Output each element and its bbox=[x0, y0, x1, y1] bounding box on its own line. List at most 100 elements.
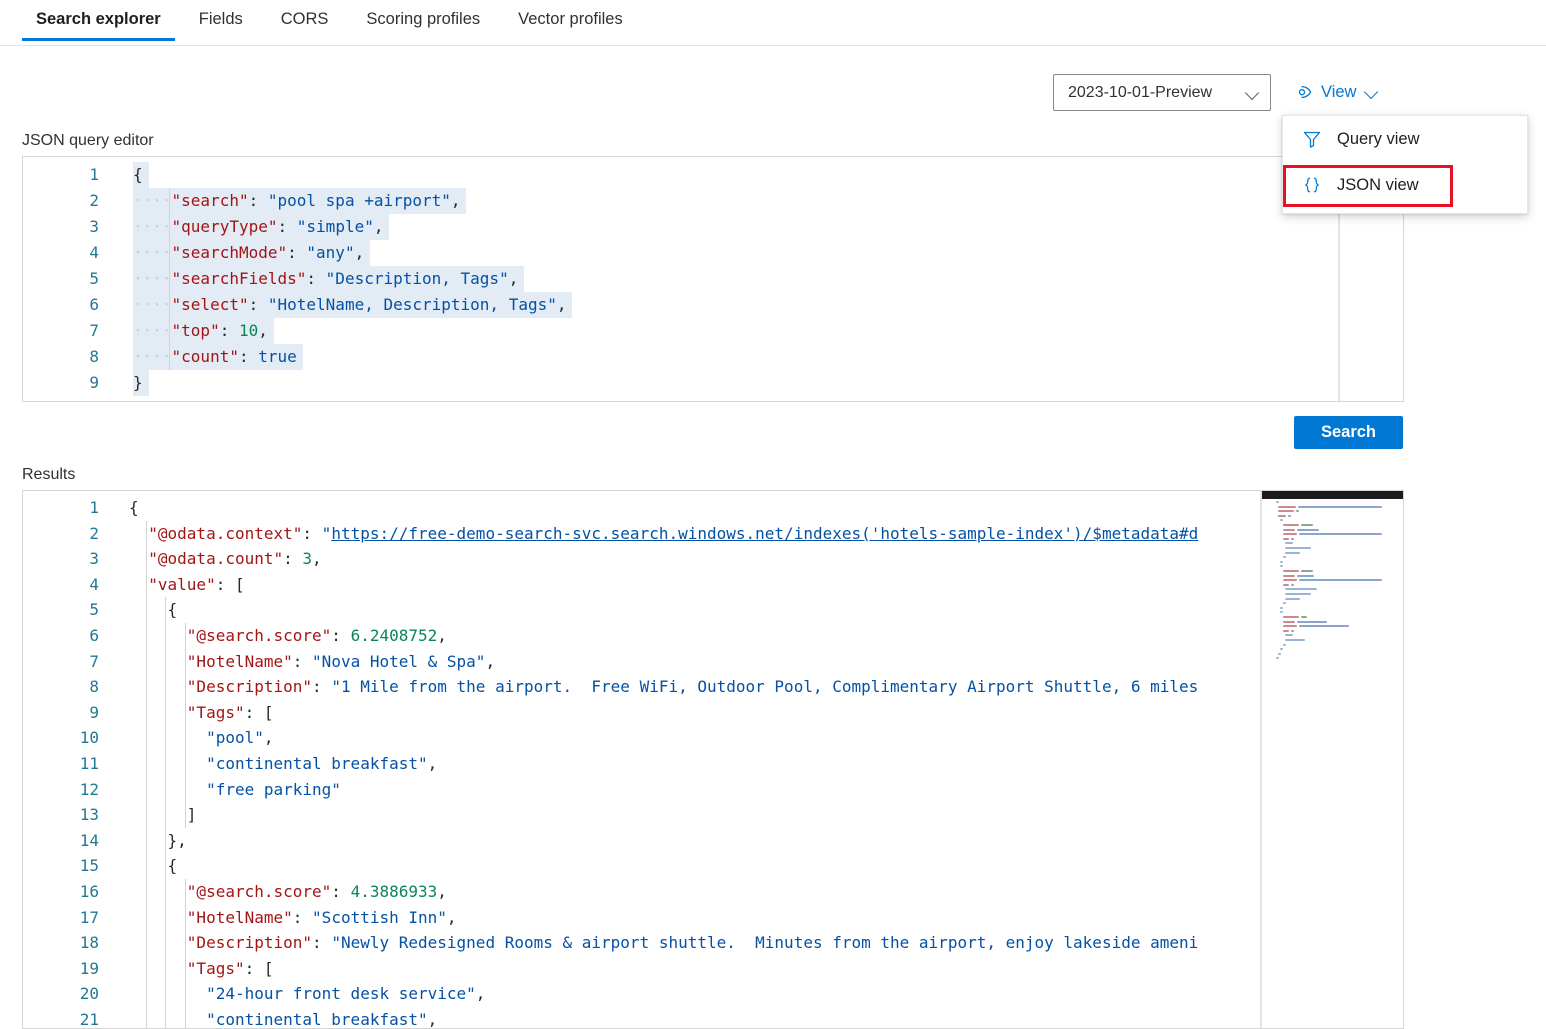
code-line[interactable]: ····"searchFields": "Description, Tags", bbox=[133, 266, 518, 292]
minimap-token bbox=[1301, 616, 1307, 618]
code-line[interactable]: "@search.score": 4.3886933, bbox=[129, 879, 447, 905]
minimap-token bbox=[1287, 514, 1291, 517]
minimap-token bbox=[1282, 574, 1295, 577]
minimap-token bbox=[1284, 593, 1312, 595]
results-editor-gutter: 1 2 3 4 5 6 7 8 9 10 11 12 13 14 15 16 17 18 19 20 21 bbox=[23, 491, 109, 1028]
minimap-token bbox=[1280, 519, 1284, 522]
menu-item-query-view[interactable]: Query view bbox=[1283, 116, 1527, 162]
code-line[interactable]: "@odata.context": "https://free-demo-sea… bbox=[129, 521, 1198, 547]
code-line[interactable]: ····"count": true bbox=[133, 344, 297, 370]
line-number: 9 bbox=[89, 373, 99, 392]
query-editor-gutter: 1 2 3 4 5 6 7 8 9 10 bbox=[23, 157, 109, 401]
json-query-editor[interactable]: 1 2 3 4 5 6 7 8 9 10 {····"search": "pool spa +ai… bbox=[22, 156, 1404, 402]
line-number: 6 bbox=[89, 295, 99, 314]
code-line[interactable]: "HotelName": "Scottish Inn", bbox=[129, 905, 457, 931]
minimap-token bbox=[1276, 501, 1279, 503]
minimap-token bbox=[1284, 547, 1312, 549]
code-line[interactable]: { bbox=[129, 597, 178, 623]
line-number: 14 bbox=[79, 830, 99, 850]
minimap-token bbox=[1295, 510, 1299, 513]
minimap-token bbox=[1298, 579, 1382, 582]
api-version-select[interactable]: 2023-10-01-Preview bbox=[1053, 74, 1271, 111]
tab-search-explorer[interactable]: Search explorer bbox=[22, 0, 175, 41]
tab-fields[interactable]: Fields bbox=[185, 0, 257, 41]
results-editor-minimap[interactable] bbox=[1261, 491, 1403, 1028]
code-line[interactable]: "continental breakfast", bbox=[129, 1007, 437, 1028]
line-number: 18 bbox=[79, 933, 99, 953]
tab-strip: Search explorer Fields CORS Scoring prof… bbox=[0, 0, 1546, 46]
indent-guide bbox=[146, 520, 148, 1028]
minimap-token bbox=[1280, 565, 1284, 568]
line-number: 9 bbox=[89, 702, 99, 722]
code-line[interactable]: { bbox=[133, 162, 143, 188]
code-line[interactable]: } bbox=[133, 370, 143, 396]
results-label: Results bbox=[22, 466, 76, 483]
line-number: 10 bbox=[29, 396, 99, 401]
line-number: 6 bbox=[89, 626, 99, 645]
line-number: 2 bbox=[89, 523, 99, 543]
query-editor-code[interactable]: {····"search": "pool spa +airport", ····"… bbox=[109, 157, 1403, 401]
results-editor[interactable]: 1 2 3 4 5 6 7 8 9 10 11 12 13 14 15 16 17 18 19 20 21 { "@od… bbox=[22, 490, 1404, 1029]
code-line[interactable]: ] bbox=[129, 802, 197, 828]
minimap-token bbox=[1297, 505, 1382, 508]
minimap-token bbox=[1284, 551, 1301, 554]
code-line[interactable]: "pool", bbox=[129, 725, 273, 751]
minimap-token bbox=[1298, 625, 1349, 628]
view-dropdown-menu: Query view JSON view bbox=[1282, 115, 1528, 214]
code-line[interactable]: ····"searchMode": "any", bbox=[133, 240, 364, 266]
minimap-token bbox=[1282, 616, 1300, 618]
code-line[interactable]: { bbox=[129, 495, 139, 521]
code-line[interactable]: "Description": "1 Mile from the airport.… bbox=[129, 674, 1198, 700]
filter-icon bbox=[1303, 131, 1321, 148]
line-number: 20 bbox=[79, 984, 99, 1004]
tab-label: Fields bbox=[198, 10, 243, 28]
menu-item-label: JSON view bbox=[1337, 175, 1419, 194]
line-number: 4 bbox=[89, 574, 99, 594]
tab-vector-profiles[interactable]: Vector profiles bbox=[504, 0, 637, 41]
line-number: 13 bbox=[79, 805, 99, 825]
minimap-token bbox=[1282, 570, 1300, 572]
minimap-token bbox=[1296, 528, 1319, 531]
code-line[interactable]: ····"search": "pool spa +airport", bbox=[133, 188, 461, 214]
view-button-label: View bbox=[1321, 82, 1357, 101]
line-number: 5 bbox=[89, 600, 99, 620]
editor-toolbar: 2023-10-01-Preview View bbox=[0, 74, 1546, 112]
menu-item-json-view[interactable]: JSON view bbox=[1283, 162, 1527, 208]
line-number: 7 bbox=[89, 321, 99, 340]
code-line[interactable]: }, bbox=[129, 828, 187, 854]
code-line[interactable]: "continental breakfast", bbox=[129, 751, 437, 777]
code-line[interactable]: ····"select": "HotelName, Description, T… bbox=[133, 292, 567, 318]
line-number: 15 bbox=[79, 856, 99, 876]
code-line[interactable]: { bbox=[129, 853, 178, 879]
code-line[interactable]: "Description": "Newly Redesigned Rooms &… bbox=[129, 930, 1198, 956]
minimap-token bbox=[1282, 533, 1297, 536]
tab-cors[interactable]: CORS bbox=[267, 0, 343, 41]
code-line[interactable]: "free parking" bbox=[129, 777, 341, 803]
line-number: 7 bbox=[89, 651, 99, 671]
line-number: 8 bbox=[89, 677, 99, 697]
minimap-token bbox=[1296, 574, 1315, 577]
minimap-token bbox=[1296, 620, 1327, 623]
code-line[interactable]: "@odata.count": 3, bbox=[129, 546, 321, 572]
eye-icon bbox=[1298, 85, 1312, 99]
line-number: 3 bbox=[89, 217, 99, 236]
code-line[interactable]: "Tags": [ bbox=[129, 956, 274, 982]
code-line[interactable]: "Tags": [ bbox=[129, 700, 274, 726]
minimap-token bbox=[1280, 648, 1284, 651]
code-line[interactable]: "24-hour front desk service", bbox=[129, 981, 485, 1007]
tab-label: CORS bbox=[280, 10, 329, 28]
code-line[interactable]: ····"top": 10, bbox=[133, 318, 268, 344]
menu-item-label: Query view bbox=[1337, 129, 1420, 148]
code-line[interactable]: "@search.score": 6.2408752, bbox=[129, 623, 447, 649]
active-tab-underline bbox=[22, 38, 175, 41]
search-button[interactable]: Search bbox=[1294, 416, 1403, 449]
view-menu-button[interactable]: View bbox=[1292, 76, 1379, 108]
minimap-slider[interactable] bbox=[1262, 491, 1403, 499]
minimap-token bbox=[1278, 505, 1296, 508]
results-editor-code[interactable]: { "@odata.context": "https://free-demo-s… bbox=[109, 491, 1403, 1028]
line-number: 3 bbox=[89, 549, 99, 569]
minimap-token bbox=[1280, 611, 1284, 614]
minimap-token bbox=[1284, 597, 1301, 600]
tab-scoring-profiles[interactable]: Scoring profiles bbox=[352, 0, 494, 41]
code-line[interactable]: ····"queryType": "simple", bbox=[133, 214, 383, 240]
